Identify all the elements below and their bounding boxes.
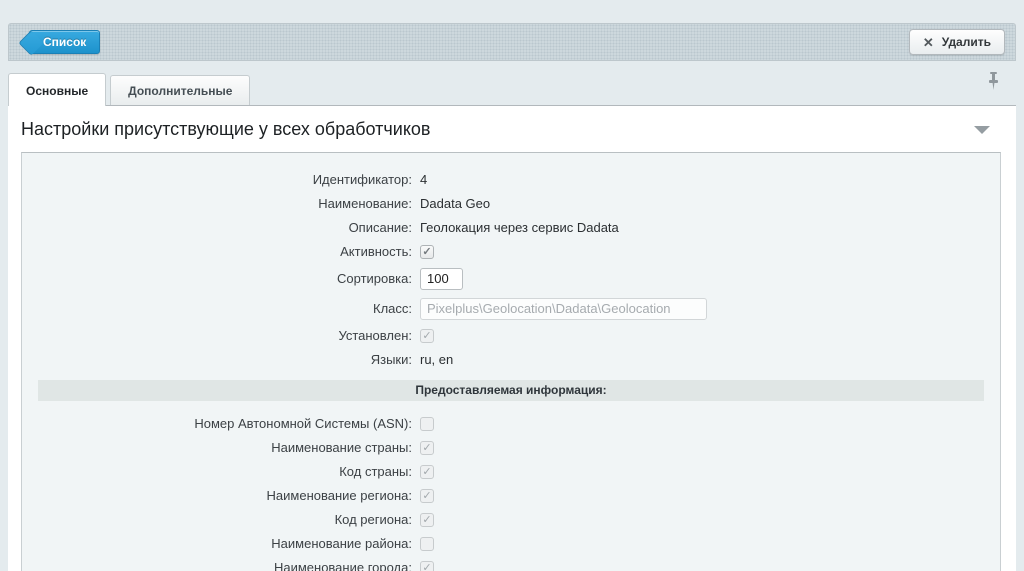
field-label-region-name: Наименование региона: [22,488,420,503]
settings-panel: Идентификатор:4Наименование:Dadata GeoОп… [21,152,1001,571]
form-row-name: Наименование:Dadata Geo [22,192,1000,215]
tab-strip: Основные Дополнительные [8,61,1016,105]
country-code-checkbox [420,465,434,479]
field-label-class: Класс: [22,301,420,316]
field-label-country-name: Наименование страны: [22,440,420,455]
content-area: Настройки присутствующие у всех обработч… [8,105,1016,571]
field-label-sort: Сортировка: [22,271,420,286]
field-label-description: Описание: [22,220,420,235]
sort-input[interactable] [420,268,463,290]
field-label-identifier: Идентификатор: [22,172,420,187]
list-button-label: Список [43,35,86,49]
installed-checkbox [420,329,434,343]
info-rows: Номер Автономной Системы (ASN): Наименова… [22,412,1000,571]
field-value-name: Dadata Geo [420,196,490,211]
form-row-installed: Установлен: [22,324,1000,347]
list-button[interactable]: Список [29,30,100,54]
form-row-district-name: Наименование района: [22,532,1000,555]
field-label-active: Активность: [22,244,420,259]
field-label-languages: Языки: [22,352,420,367]
delete-button-label: Удалить [942,35,991,49]
pin-icon[interactable] [987,72,1000,95]
section-header: Настройки присутствующие у всех обработч… [8,106,1016,149]
region-name-checkbox [420,489,434,503]
field-label-district-name: Наименование района: [22,536,420,551]
tab-additional[interactable]: Дополнительные [110,75,250,105]
x-icon: ✕ [923,36,934,49]
field-value-description: Геолокация через сервис Dadata [420,220,619,235]
field-label-country-code: Код страны: [22,464,420,479]
form-row-languages: Языки:ru, en [22,348,1000,371]
field-label-name: Наименование: [22,196,420,211]
form-rows: Идентификатор:4Наименование:Dadata GeoОп… [22,168,1000,371]
page: Список ✕ Удалить Основные Дополнительные… [8,23,1016,571]
form-row-identifier: Идентификатор:4 [22,168,1000,191]
country-name-checkbox [420,441,434,455]
form-row-region-code: Код региона: [22,508,1000,531]
class-input [420,298,707,320]
collapse-section-icon[interactable] [974,126,990,134]
field-label-installed: Установлен: [22,328,420,343]
city-name-checkbox [420,561,434,571]
active-checkbox[interactable] [420,245,434,259]
delete-button[interactable]: ✕ Удалить [909,29,1005,55]
district-name-checkbox [420,537,434,551]
region-code-checkbox [420,513,434,527]
field-label-region-code: Код региона: [22,512,420,527]
field-value-languages: ru, en [420,352,453,367]
toolbar: Список ✕ Удалить [8,23,1016,61]
field-label-city-name: Наименование города: [22,560,420,571]
form-row-sort: Сортировка: [22,264,1000,293]
form-row-description: Описание:Геолокация через сервис Dadata [22,216,1000,239]
form-row-country-code: Код страны: [22,460,1000,483]
form-row-active: Активность: [22,240,1000,263]
field-value-identifier: 4 [420,172,427,187]
form-row-country-name: Наименование страны: [22,436,1000,459]
form-row-city-name: Наименование города: [22,556,1000,571]
asn-checkbox [420,417,434,431]
form-row-region-name: Наименование региона: [22,484,1000,507]
form-row-asn: Номер Автономной Системы (ASN): [22,412,1000,435]
tab-main[interactable]: Основные [8,73,106,106]
form-row-class: Класс: [22,294,1000,323]
section-title: Настройки присутствующие у всех обработч… [21,119,430,140]
field-label-asn: Номер Автономной Системы (ASN): [22,416,420,431]
info-header: Предоставляемая информация: [38,380,984,401]
